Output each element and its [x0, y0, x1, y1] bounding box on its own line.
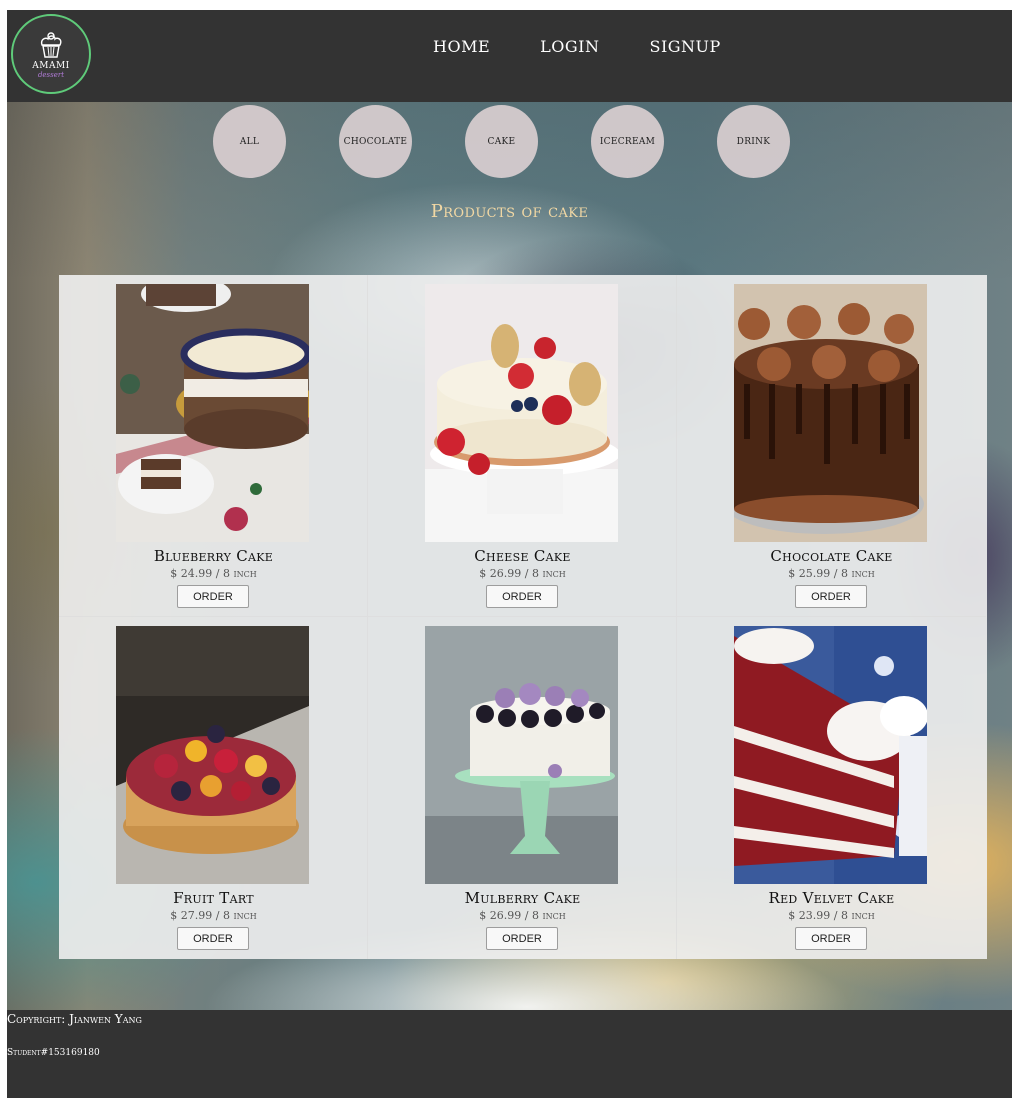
product-image-fruit-tart[interactable] — [116, 626, 309, 884]
product-name: Mulberry Cake — [464, 889, 581, 907]
product-price: $ 26.99 / 8 inch — [479, 567, 566, 580]
product-image-red-velvet-cake[interactable] — [734, 626, 927, 884]
category-icecream-button[interactable]: Icecream — [591, 105, 664, 178]
product-card: Chocolate Cake $ 25.99 / 8 inch ORDER — [677, 275, 986, 617]
order-button[interactable]: ORDER — [177, 585, 249, 608]
logo-sub-text: dessert — [37, 70, 65, 79]
product-grid: Blueberry Cake $ 24.99 / 8 inch ORDER Ch… — [59, 275, 987, 959]
product-price: $ 25.99 / 8 inch — [788, 567, 875, 580]
category-all-button[interactable]: All — [213, 105, 286, 178]
footer: Copyright: Jianwen Yang Student#15316918… — [7, 1010, 1012, 1098]
product-image-chocolate-cake[interactable] — [734, 284, 927, 542]
main-nav: HOME LOGIN SIGNUP — [433, 37, 721, 56]
product-image-cheese-cake[interactable] — [425, 284, 618, 542]
nav-login-link[interactable]: LOGIN — [540, 37, 599, 56]
category-chocolate-button[interactable]: Chocolate — [339, 105, 412, 178]
section-title: Products of cake — [430, 201, 589, 222]
product-name: Blueberry Cake — [153, 547, 274, 565]
page: AMAMI dessert HOME LOGIN SIGNUP All Choc… — [7, 10, 1012, 1098]
order-button[interactable]: ORDER — [795, 585, 867, 608]
order-button[interactable]: ORDER — [795, 927, 867, 950]
product-image-mulberry-cake[interactable] — [425, 626, 618, 884]
footer-student-id: Student#153169180 — [7, 1048, 100, 1058]
top-navigation-bar: AMAMI dessert HOME LOGIN SIGNUP — [7, 10, 1012, 102]
nav-signup-link[interactable]: SIGNUP — [649, 37, 720, 56]
product-name: Chocolate Cake — [770, 547, 893, 565]
product-price: $ 26.99 / 8 inch — [479, 909, 566, 922]
product-price: $ 24.99 / 8 inch — [170, 567, 257, 580]
product-name: Red Velvet Cake — [768, 889, 895, 907]
amami-dessert-logo[interactable]: AMAMI dessert — [11, 14, 91, 94]
footer-copyright: Copyright: Jianwen Yang — [7, 1012, 142, 1026]
cupcake-icon — [40, 31, 62, 58]
order-button[interactable]: ORDER — [177, 927, 249, 950]
logo-brand-text: AMAMI — [32, 60, 70, 71]
product-price: $ 27.99 / 8 inch — [170, 909, 257, 922]
product-card: Blueberry Cake $ 24.99 / 8 inch ORDER — [59, 275, 368, 617]
product-card: Red Velvet Cake $ 23.99 / 8 inch ORDER — [677, 617, 986, 959]
category-cake-button[interactable]: Cake — [465, 105, 538, 178]
product-name: Cheese Cake — [474, 547, 571, 565]
category-drink-button[interactable]: Drink — [717, 105, 790, 178]
order-button[interactable]: ORDER — [486, 585, 558, 608]
product-card: Cheese Cake $ 26.99 / 8 inch ORDER — [368, 275, 677, 617]
order-button[interactable]: ORDER — [486, 927, 558, 950]
product-card: Mulberry Cake $ 26.99 / 8 inch ORDER — [368, 617, 677, 959]
product-price: $ 23.99 / 8 inch — [788, 909, 875, 922]
product-image-blueberry-cake[interactable] — [116, 284, 309, 542]
nav-home-link[interactable]: HOME — [433, 37, 490, 56]
product-name: Fruit Tart — [173, 889, 254, 907]
product-card: Fruit Tart $ 27.99 / 8 inch ORDER — [59, 617, 368, 959]
hero-background: All Chocolate Cake Icecream Drink Produc… — [7, 102, 1012, 1010]
category-filter: All Chocolate Cake Icecream Drink — [213, 105, 790, 178]
